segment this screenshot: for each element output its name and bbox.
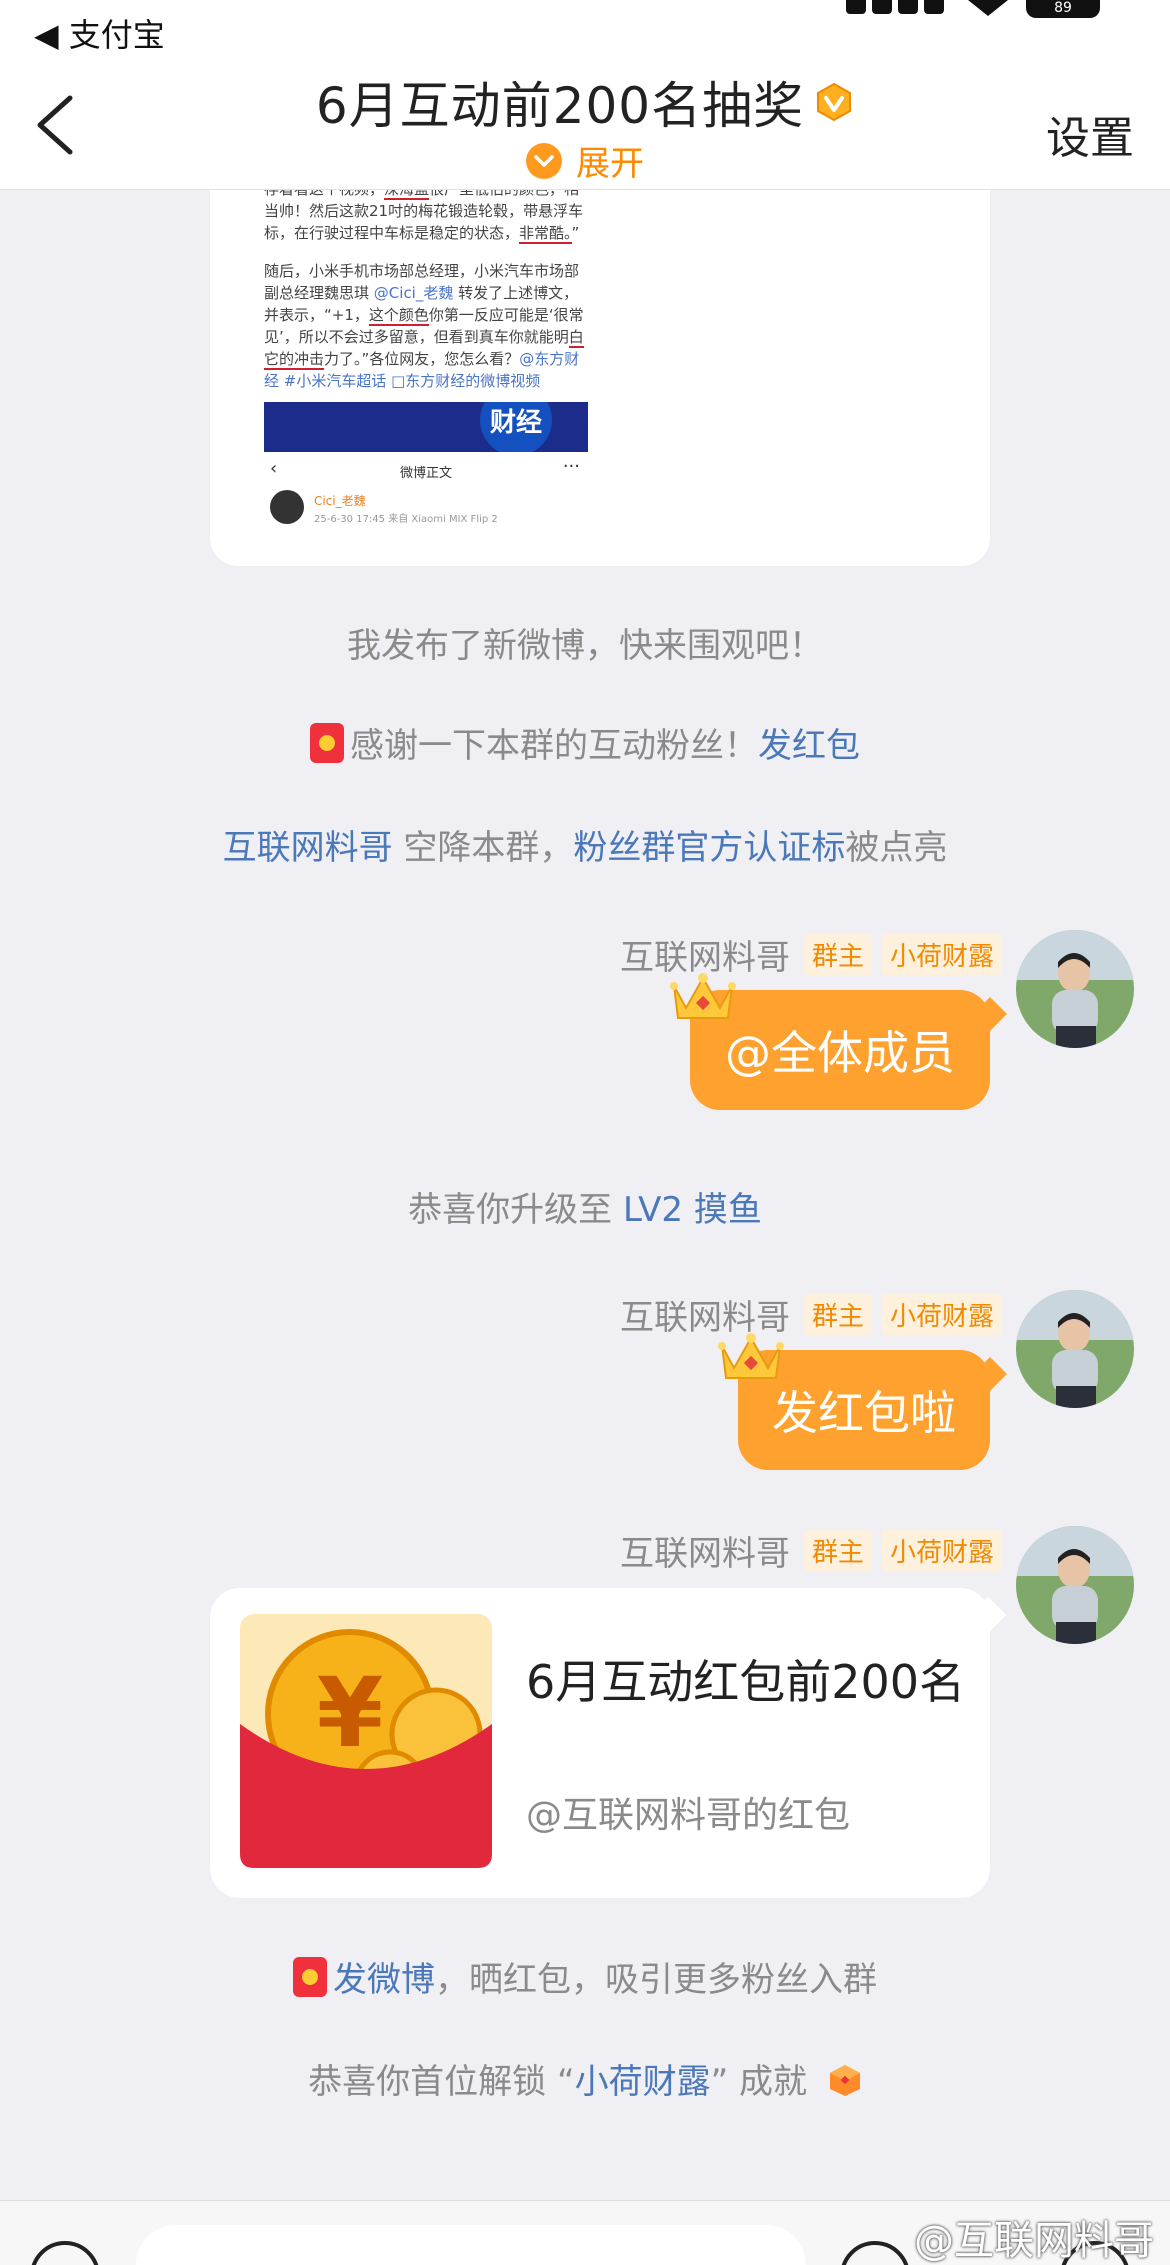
expand-label: 展开 xyxy=(576,144,644,184)
system-notice-thanks: 感谢一下本群的互动粉丝！发红包 xyxy=(0,718,1170,767)
chat-header: 6月互动前200名抽奖 展开 设置 xyxy=(0,60,1170,190)
page-title: 6月互动前200名抽奖 xyxy=(315,77,805,135)
back-icon: ‹ xyxy=(270,458,278,479)
finance-logo: 财经 xyxy=(480,402,552,452)
shared-weibo-card[interactable]: 存着看这个视频，深海蓝很广里低估的颜色，相当帅！然后这款21吋的梅花锻造轮毂，带… xyxy=(210,150,990,566)
video-banner: 财经 xyxy=(264,402,588,452)
emoji-icon[interactable] xyxy=(840,2241,910,2265)
achievement-badge: 小荷财露 xyxy=(881,1294,1002,1335)
owner-badge: 群主 xyxy=(803,1294,872,1335)
more-icon: ··· xyxy=(562,456,580,477)
shared-weibo-text: 存着看这个视频，深海蓝很广里低估的颜色，相当帅！然后这款21吋的梅花锻造轮毂，带… xyxy=(264,178,590,408)
system-notice-post: 发微博，晒红包，吸引更多粉丝入群 xyxy=(0,1952,1170,2001)
message-text: 发红包啦 xyxy=(772,1386,956,1440)
message-text: @全体成员 xyxy=(725,1026,955,1080)
red-packet-icon xyxy=(293,1957,327,1997)
status-bar: ◀ 支付宝 89 xyxy=(0,0,1170,60)
achievement-badge: 小荷财露 xyxy=(881,934,1002,975)
avatar[interactable] xyxy=(1016,1526,1134,1644)
red-packet-title: 6月互动红包前200名 xyxy=(526,1655,966,1709)
crown-icon xyxy=(670,973,736,1019)
avatar xyxy=(270,490,304,524)
weibo-detail-title: 微博正文 xyxy=(400,466,453,481)
red-packet-image: ¥ xyxy=(240,1614,492,1868)
settings-button[interactable]: 设置 xyxy=(1046,102,1134,166)
author-meta: 25-6-30 17:45 来自 Xiaomi MIX Flip 2 xyxy=(314,514,498,525)
wifi-icon xyxy=(968,0,1008,16)
crown-icon xyxy=(718,1333,784,1379)
expand-button[interactable]: 展开 xyxy=(0,136,1170,185)
author-name: Cici_老魏 xyxy=(314,494,366,508)
chevron-down-icon xyxy=(526,142,562,179)
message-input[interactable] xyxy=(136,2225,806,2265)
owner-badge: 群主 xyxy=(803,1530,872,1571)
system-notice-levelup: 恭喜你升级至 LV2 摸鱼 xyxy=(408,1190,762,1230)
message-sender-row: 互联网料哥 群主 小荷财露 xyxy=(620,1290,1002,1339)
watermark: @互联网料哥 xyxy=(914,2218,1154,2264)
achievement-badge: 小荷财露 xyxy=(881,1530,1002,1571)
status-icons: 89 xyxy=(846,0,1100,20)
red-packet-icon xyxy=(310,723,344,763)
level-link[interactable]: LV2 摸鱼 xyxy=(623,1190,762,1230)
post-weibo-link[interactable]: 发微博 xyxy=(333,1960,435,2000)
gift-icon xyxy=(829,2065,860,2096)
red-packet-sender: @互联网料哥的红包 xyxy=(526,1795,851,1836)
mention-link[interactable]: @Cici_老魏 xyxy=(374,284,454,302)
system-notice-unlock: 恭喜你首位解锁 “小荷财露” 成就 xyxy=(0,2054,1170,2103)
owner-badge: 群主 xyxy=(803,934,872,975)
signal-icon xyxy=(846,0,950,16)
fan-group-badge-link[interactable]: 粉丝群官方认证标 xyxy=(573,828,845,868)
sender-name: 互联网料哥 xyxy=(619,1534,790,1574)
achievement-link[interactable]: 小荷财露 xyxy=(575,2062,711,2102)
weibo-author: Cici_老魏 25-6-30 17:45 来自 Xiaomi MIX Flip… xyxy=(270,490,590,530)
svg-text:¥: ¥ xyxy=(317,1657,384,1769)
system-notice-new-weibo: 我发布了新微博，快来围观吧！ xyxy=(347,626,823,666)
voice-icon[interactable] xyxy=(30,2241,100,2265)
verified-badge-icon xyxy=(817,82,852,122)
back-to-app-link[interactable]: ◀ 支付宝 xyxy=(34,10,165,56)
battery-icon: 89 xyxy=(1026,0,1100,18)
avatar[interactable] xyxy=(1016,1290,1134,1408)
system-notice-airdrop: 互联网料哥 空降本群，粉丝群官方认证标被点亮 xyxy=(222,828,948,868)
avatar[interactable] xyxy=(1016,930,1134,1048)
user-link[interactable]: 互联网料哥 xyxy=(223,828,393,868)
weibo-detail-bar: ‹ 微博正文 ··· xyxy=(264,456,588,486)
send-red-packet-link[interactable]: 发红包 xyxy=(758,726,860,766)
message-sender-row: 互联网料哥 群主 小荷财露 xyxy=(620,1526,1002,1575)
